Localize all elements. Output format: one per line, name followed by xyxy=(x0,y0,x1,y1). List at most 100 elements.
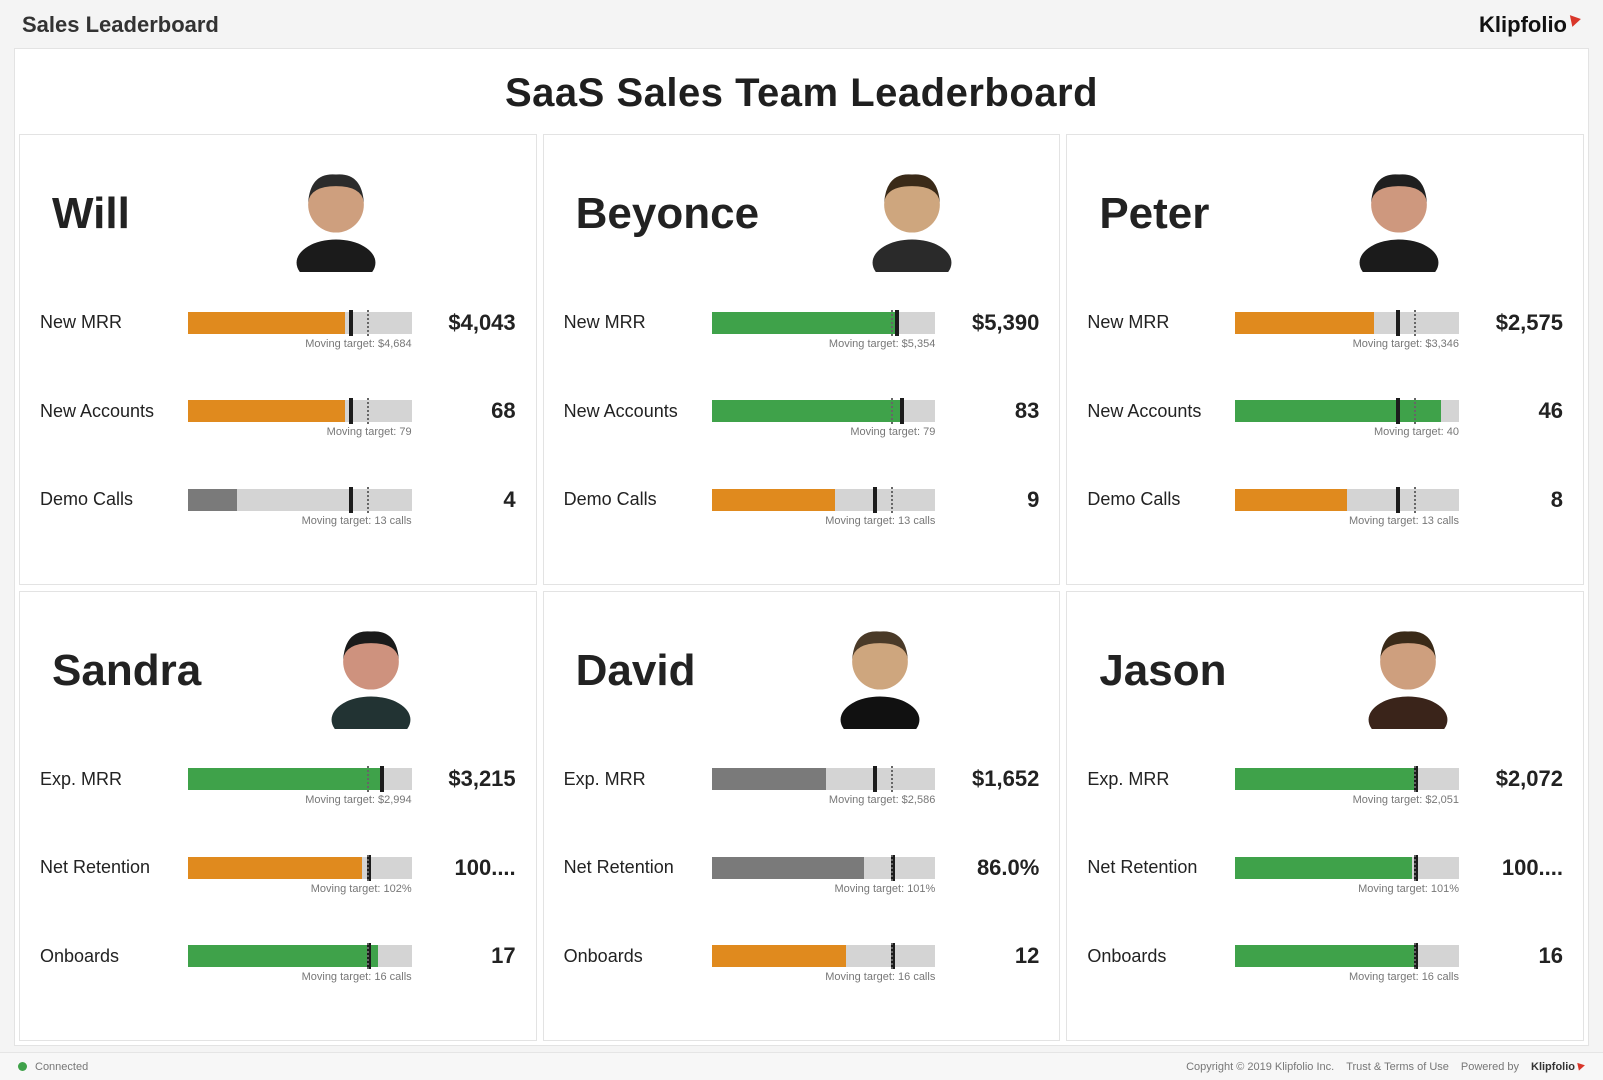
metric-label: Demo Calls xyxy=(1087,489,1225,510)
bullet-chart xyxy=(1235,857,1459,879)
bullet-chart xyxy=(188,768,412,790)
card-header: Jason xyxy=(1087,606,1563,736)
moving-target-line xyxy=(367,310,369,336)
metric-value: $5,390 xyxy=(945,310,1039,336)
metric-label: New Accounts xyxy=(40,401,178,422)
footer-powered-by: Powered by xyxy=(1461,1061,1519,1073)
bar-fill xyxy=(188,489,237,511)
moving-target-line xyxy=(891,855,893,881)
bullet-chart xyxy=(188,400,412,422)
bar-fill xyxy=(1235,857,1412,879)
target-marker xyxy=(873,766,877,792)
target-marker xyxy=(349,487,353,513)
metric-value: $1,652 xyxy=(945,766,1039,792)
metric-row: Exp. MRR$2,072Moving target: $2,051 xyxy=(1087,766,1563,830)
moving-target-line xyxy=(367,487,369,513)
moving-target-line xyxy=(891,398,893,424)
footer-terms-link[interactable]: Trust & Terms of Use xyxy=(1346,1061,1449,1073)
metric-row: Exp. MRR $3,215 Moving target: $2,994 xyxy=(40,766,516,830)
card-header: David xyxy=(564,606,1040,736)
bullet-chart xyxy=(188,945,412,967)
metric-value: $2,072 xyxy=(1469,766,1563,792)
target-marker xyxy=(1396,487,1400,513)
target-marker xyxy=(900,398,904,424)
moving-target-note: Moving target: 16 calls xyxy=(302,971,412,983)
moving-target-note: Moving target: $4,684 xyxy=(305,338,411,350)
bar-fill xyxy=(1235,945,1414,967)
metric-label: New MRR xyxy=(1087,312,1225,333)
target-marker xyxy=(380,766,384,792)
metric-value: $2,575 xyxy=(1469,310,1563,336)
brand-logo[interactable]: Klipfolio xyxy=(1479,12,1581,38)
target-marker xyxy=(1396,398,1400,424)
moving-target-note: Moving target: 79 xyxy=(327,426,412,438)
metric-row: Exp. MRR $1,652 Moving target: $2,586 xyxy=(564,766,1040,830)
metrics-list: Exp. MRR$3,215Moving target: $2,994Net R… xyxy=(40,736,516,1033)
moving-target-line xyxy=(367,766,369,792)
metric-value: $3,215 xyxy=(422,766,516,792)
page-title: SaaS Sales Team Leaderboard xyxy=(15,49,1588,134)
bullet-chart xyxy=(188,489,412,511)
moving-target-note: Moving target: $3,346 xyxy=(1353,338,1459,350)
metric-row: New Accounts68Moving target: 79 xyxy=(40,398,516,462)
person-name: Sandra xyxy=(40,646,201,696)
bar-fill xyxy=(1235,312,1374,334)
bullet-chart xyxy=(188,857,412,879)
leaderboard-card: Jason Exp. MRR$2,072Moving target: $2,05… xyxy=(1066,591,1584,1042)
moving-target-line xyxy=(1414,855,1416,881)
moving-target-line xyxy=(891,310,893,336)
metric-label: New Accounts xyxy=(564,401,702,422)
card-header: Sandra xyxy=(40,606,516,736)
metric-value: 17 xyxy=(422,943,516,969)
moving-target-note: Moving target: $2,994 xyxy=(305,794,411,806)
metric-label: Exp. MRR xyxy=(40,769,178,790)
metric-label: Onboards xyxy=(1087,946,1225,967)
moving-target-note: Moving target: $5,354 xyxy=(829,338,935,350)
bullet-chart xyxy=(1235,945,1459,967)
metric-label: Onboards xyxy=(564,946,702,967)
bullet-chart xyxy=(712,312,936,334)
moving-target-line xyxy=(367,855,369,881)
moving-target-note: Moving target: 79 xyxy=(850,426,935,438)
moving-target-note: Moving target: 13 calls xyxy=(1349,515,1459,527)
person-name: David xyxy=(564,646,696,696)
metric-value: 100.... xyxy=(1469,855,1563,881)
bar-fill xyxy=(712,312,895,334)
bullet-chart xyxy=(712,489,936,511)
leaderboard-card: David Exp. MRR $1,652 Moving target: $2,58… xyxy=(543,591,1061,1042)
bar-fill xyxy=(1235,400,1441,422)
moving-target-line xyxy=(891,487,893,513)
status-text: Connected xyxy=(35,1061,88,1073)
card-header: Beyonce xyxy=(564,149,1040,279)
dashboard-page: SaaS Sales Team Leaderboard Will New MRR… xyxy=(14,48,1589,1046)
bar-fill xyxy=(188,857,362,879)
metric-value: 83 xyxy=(945,398,1039,424)
moving-target-note: Moving target: $2,586 xyxy=(829,794,935,806)
bar-fill xyxy=(188,400,345,422)
moving-target-note: Moving target: 13 calls xyxy=(302,515,412,527)
moving-target-line xyxy=(1414,766,1416,792)
footer-brand-logo[interactable]: Klipfolio xyxy=(1531,1061,1585,1073)
metric-row: Net Retention100....Moving target: 101% xyxy=(1087,855,1563,919)
status-dot-icon xyxy=(18,1062,27,1071)
leaderboard-card: Beyonce New MRR $5,390 Moving target: $5,3… xyxy=(543,134,1061,585)
metric-value: 86.0% xyxy=(945,855,1039,881)
metrics-list: Exp. MRR$2,072Moving target: $2,051 Net R… xyxy=(1087,736,1563,1033)
moving-target-note: Moving target: 13 calls xyxy=(825,515,935,527)
target-marker xyxy=(873,487,877,513)
metric-label: New MRR xyxy=(564,312,702,333)
moving-target-line xyxy=(1414,487,1416,513)
bullet-chart xyxy=(1235,768,1459,790)
footer-copyright: Copyright © 2019 Klipfolio Inc. xyxy=(1186,1061,1334,1073)
bullet-chart xyxy=(712,945,936,967)
topbar: Sales Leaderboard Klipfolio xyxy=(0,0,1603,48)
moving-target-line xyxy=(891,943,893,969)
bar-fill xyxy=(712,768,826,790)
moving-target-note: Moving target: 40 xyxy=(1374,426,1459,438)
metric-row: New Accounts 83 Moving target: 79 xyxy=(564,398,1040,462)
bar-fill xyxy=(712,400,900,422)
person-name: Jason xyxy=(1087,646,1226,696)
metric-label: Exp. MRR xyxy=(564,769,702,790)
metric-row: New MRR$4,043Moving target: $4,684 xyxy=(40,310,516,374)
bar-fill xyxy=(188,312,345,334)
